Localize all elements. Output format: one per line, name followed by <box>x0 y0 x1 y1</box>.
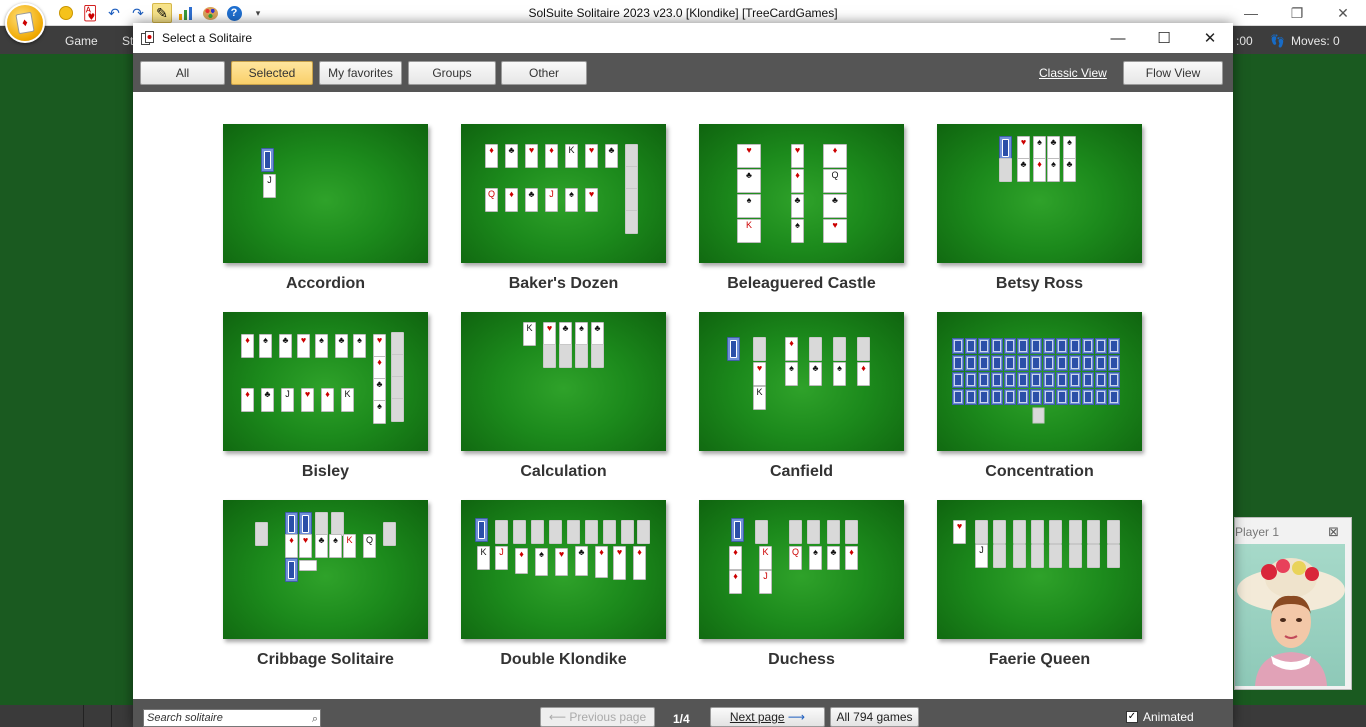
flow-view-button[interactable]: Flow View <box>1123 61 1223 85</box>
game-thumbnail[interactable]: ♦ ♣ ♥ ♦ K ♥ ♣ Q ♦ ♣ J ♠ ♥ <box>461 124 666 263</box>
game-name[interactable]: Concentration <box>937 463 1142 481</box>
game-thumbnail[interactable]: ♥ ♠ ♣ ♠ ♣ ♦ ♠ ♣ <box>937 124 1142 263</box>
game-tile[interactable]: ♥ ♠ ♣ ♠ ♣ ♦ ♠ ♣ Betsy Ross <box>937 124 1142 293</box>
bottom-bar: Search solitaire ⌕ ⟵ Previous page 1/4 N… <box>133 699 1233 727</box>
minimize-icon[interactable]: — <box>1095 23 1141 53</box>
game-tile[interactable]: ♦ ♣ ♥ ♦ K ♥ ♣ Q ♦ ♣ J ♠ ♥ Baker's Dozen <box>461 124 666 293</box>
search-input[interactable]: Search solitaire ⌕ <box>143 709 321 727</box>
game-name[interactable]: Accordion <box>223 275 428 293</box>
game-thumbnail[interactable] <box>937 312 1142 451</box>
game-tile[interactable]: Concentration <box>937 312 1142 481</box>
filter-selected-button[interactable]: Selected <box>231 61 313 85</box>
maximize-icon[interactable]: ☐ <box>1141 23 1187 53</box>
restore-icon[interactable]: ❐ <box>1274 0 1320 26</box>
game-name[interactable]: Cribbage Solitaire <box>223 651 428 669</box>
arrow-left-icon: ⟵ <box>548 710 567 724</box>
game-thumbnail[interactable]: K J ♦ ♠ ♥ ♣ ♦ ♥ ♦ <box>461 500 666 639</box>
filter-other-button[interactable]: Other <box>501 61 587 85</box>
filter-favorites-button[interactable]: My favorites <box>319 61 402 85</box>
checkbox-checked-icon[interactable]: ✓ <box>1126 711 1138 723</box>
game-grid: J Accordion ♦ ♣ ♥ ♦ K ♥ ♣ Q ♦ ♣ J ♠ ♥ Ba… <box>133 92 1233 699</box>
all-games-button[interactable]: All 794 games <box>830 707 919 727</box>
player-avatar <box>1235 544 1345 686</box>
player-panel: Player 1 ⊠ <box>1234 517 1352 690</box>
game-tile[interactable]: ♥ ♣ ♠ K ♥ ♦ ♣ ♠ ♦ Q ♣ ♥ Beleaguered Cast… <box>699 124 904 293</box>
game-tile[interactable]: ♦ ♥ K ♠ ♣ ♠ ♦ Canfield <box>699 312 904 481</box>
game-thumbnail[interactable]: ♦ K Q ♠ ♣ ♦ ♦ J <box>699 500 904 639</box>
menu-game[interactable]: Game <box>65 34 98 48</box>
game-tile[interactable]: ♦ K Q ♠ ♣ ♦ ♦ J Duchess <box>699 500 904 669</box>
game-thumbnail[interactable]: ♥ J <box>937 500 1142 639</box>
game-thumbnail[interactable]: ♥ ♣ ♠ K ♥ ♦ ♣ ♠ ♦ Q ♣ ♥ <box>699 124 904 263</box>
previous-page-label: Previous page <box>569 710 647 724</box>
close-icon[interactable]: ✕ <box>1320 0 1366 26</box>
close-icon[interactable]: ✕ <box>1187 23 1233 53</box>
minimize-icon[interactable]: — <box>1228 0 1274 26</box>
game-tile[interactable]: ♦ ♠ ♣ ♥ ♠ ♣ ♠ ♥ ♦ ♣ ♠ ♦ ♣ J ♥ ♦ K Bisley <box>223 312 428 481</box>
filter-bar: All Selected My favorites Groups Other C… <box>133 53 1233 92</box>
search-icon[interactable]: ⌕ <box>312 711 318 727</box>
game-thumbnail[interactable]: K ♥ ♣ ♠ ♣ <box>461 312 666 451</box>
game-tile[interactable]: K ♥ ♣ ♠ ♣ Calculation <box>461 312 666 481</box>
game-tile[interactable]: J Accordion <box>223 124 428 293</box>
previous-page-button[interactable]: ⟵ Previous page <box>540 707 655 727</box>
app-window-controls: — ❐ ✕ <box>1228 0 1366 26</box>
moves-counter: Moves: 0 <box>1291 34 1340 48</box>
game-name[interactable]: Baker's Dozen <box>461 275 666 293</box>
game-tile[interactable]: K J ♦ ♠ ♥ ♣ ♦ ♥ ♦ Double Klondike <box>461 500 666 669</box>
dialog-titlebar: Select a Solitaire — ☐ ✕ <box>133 23 1233 53</box>
game-tile[interactable]: ♦ ♥ ♣ ♠ K Q Cribbage Solitaire <box>223 500 428 669</box>
game-name[interactable]: Betsy Ross <box>937 275 1142 293</box>
game-name[interactable]: Canfield <box>699 463 904 481</box>
game-name[interactable]: Bisley <box>223 463 428 481</box>
next-page-label: Next page <box>729 710 785 724</box>
cards-icon <box>141 31 154 45</box>
search-placeholder: Search solitaire <box>147 712 223 724</box>
timer-readout: :00 <box>1236 34 1253 48</box>
next-page-button[interactable]: Next page ⟶ <box>710 707 825 727</box>
dialog-title: Select a Solitaire <box>162 31 253 45</box>
footprints-icon: 👣 <box>1270 34 1285 48</box>
filter-groups-button[interactable]: Groups <box>408 61 496 85</box>
select-solitaire-dialog: Select a Solitaire — ☐ ✕ All Selected My… <box>133 23 1233 727</box>
game-name[interactable]: Duchess <box>699 651 904 669</box>
classic-view-link[interactable]: Classic View <box>1039 66 1107 80</box>
dialog-window-controls: — ☐ ✕ <box>1095 23 1233 53</box>
game-name[interactable]: Beleaguered Castle <box>699 275 904 293</box>
game-name[interactable]: Calculation <box>461 463 666 481</box>
game-thumbnail[interactable]: ♦ ♥ K ♠ ♣ ♠ ♦ <box>699 312 904 451</box>
animated-label: Animated <box>1143 710 1194 724</box>
filter-all-button[interactable]: All <box>140 61 225 85</box>
app-title: SolSuite Solitaire 2023 v23.0 [Klondike]… <box>528 6 838 20</box>
game-thumbnail[interactable]: ♦ ♥ ♣ ♠ K Q <box>223 500 428 639</box>
app-logo[interactable]: ♦ <box>5 3 45 43</box>
game-thumbnail[interactable]: J <box>223 124 428 263</box>
game-thumbnail[interactable]: ♦ ♠ ♣ ♥ ♠ ♣ ♠ ♥ ♦ ♣ ♠ ♦ ♣ J ♥ ♦ K <box>223 312 428 451</box>
close-icon[interactable]: ⊠ <box>1328 524 1339 540</box>
animated-checkbox[interactable]: ✓ Animated <box>1126 710 1194 724</box>
player-name: Player 1 <box>1235 525 1280 539</box>
game-name[interactable]: Faerie Queen <box>937 651 1142 669</box>
menu-stats[interactable]: St <box>122 34 133 48</box>
arrow-right-icon: ⟶ <box>787 710 806 724</box>
game-tile[interactable]: ♥ J Faerie Queen <box>937 500 1142 669</box>
game-name[interactable]: Double Klondike <box>461 651 666 669</box>
page-indicator: 1/4 <box>673 712 690 726</box>
